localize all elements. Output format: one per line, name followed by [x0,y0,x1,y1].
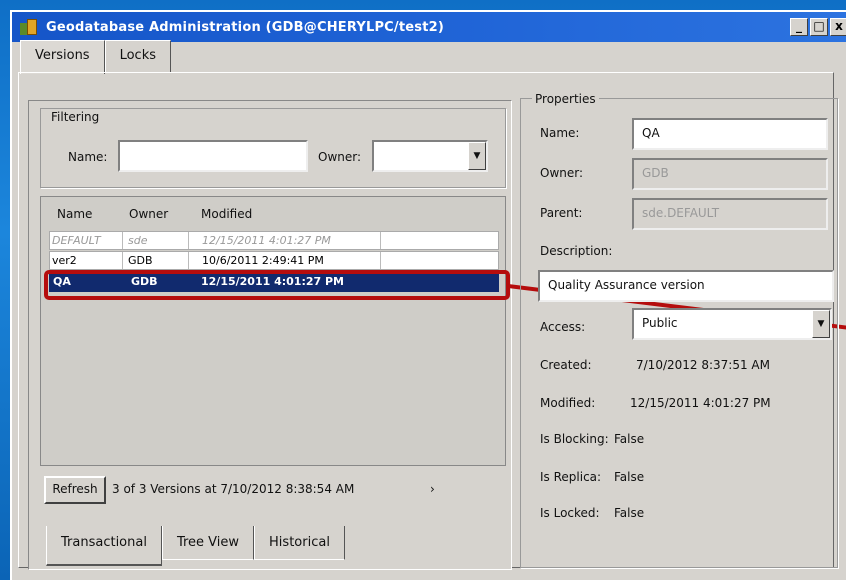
list-header: Name Owner Modified [41,197,505,231]
filter-name-input[interactable] [118,140,308,172]
version-count-status: 3 of 3 Versions at 7/10/2012 8:38:54 AM [112,482,355,496]
geodatabase-app-icon [18,17,40,37]
window-controls: _ □ x [790,18,846,36]
version-name: DEFAULT [52,234,101,247]
prop-description-input[interactable]: Quality Assurance version [538,270,834,302]
prop-created-value: 7/10/2012 8:37:51 AM [636,358,770,372]
bottom-tab-strip: Transactional Tree View Historical [46,526,345,566]
tab-tree-view[interactable]: Tree View [161,526,255,560]
maximize-button[interactable]: □ [810,18,828,36]
prop-locked-value: False [614,506,645,520]
prop-created-label: Created: [540,358,592,372]
owner-dropdown-arrow-icon[interactable]: ▼ [468,142,486,170]
prop-name-input[interactable]: QA [632,118,828,150]
tab-locks[interactable]: Locks [104,40,171,72]
prop-access-label: Access: [540,320,586,334]
selection-highlight-annotation [44,270,510,300]
prop-blocking-label: Is Blocking: [540,432,609,446]
prop-locked-label: Is Locked: [540,506,600,520]
prop-modified-value: 12/15/2011 4:01:27 PM [630,396,771,410]
prop-replica-value: False [614,470,645,484]
close-button[interactable]: x [830,18,846,36]
versions-list[interactable]: Name Owner Modified DEFAULT sde 12/15/20… [40,196,506,466]
filter-owner-label: Owner: [318,150,362,164]
more-chevron-icon[interactable]: › [430,482,435,496]
top-tab-strip: Versions Locks [20,40,171,74]
column-owner[interactable]: Owner [129,207,168,221]
tab-versions[interactable]: Versions [20,40,105,74]
version-row[interactable]: ver2 GDB 10/6/2011 2:49:41 PM [49,251,499,270]
version-owner: GDB [128,254,153,267]
prop-access-select[interactable]: Public [632,308,832,340]
prop-owner-label: Owner: [540,166,584,180]
prop-parent-label: Parent: [540,206,583,220]
access-dropdown-arrow-icon[interactable]: ▼ [812,310,830,338]
version-name: ver2 [52,254,77,267]
title-bar[interactable]: Geodatabase Administration (GDB@CHERYLPC… [12,12,846,42]
prop-replica-label: Is Replica: [540,470,602,484]
prop-blocking-value: False [614,432,645,446]
column-modified[interactable]: Modified [201,207,252,221]
version-modified: 12/15/2011 4:01:27 PM [202,234,331,247]
tab-historical[interactable]: Historical [254,526,345,560]
prop-owner-field: GDB [632,158,828,190]
prop-modified-label: Modified: [540,396,596,410]
properties-legend: Properties [532,92,599,106]
prop-parent-field: sde.DEFAULT [632,198,828,230]
version-row[interactable]: DEFAULT sde 12/15/2011 4:01:27 PM [49,231,499,250]
version-owner: sde [128,234,148,247]
tab-transactional[interactable]: Transactional [46,526,162,566]
prop-name-label: Name: [540,126,580,140]
filtering-legend: Filtering [48,110,103,124]
refresh-button[interactable]: Refresh [44,476,106,504]
window-title: Geodatabase Administration (GDB@CHERYLPC… [46,19,445,35]
prop-description-label: Description: [540,244,613,258]
column-name[interactable]: Name [57,207,92,221]
filter-name-label: Name: [68,150,108,164]
version-modified: 10/6/2011 2:49:41 PM [202,254,324,267]
minimize-button[interactable]: _ [790,18,808,36]
